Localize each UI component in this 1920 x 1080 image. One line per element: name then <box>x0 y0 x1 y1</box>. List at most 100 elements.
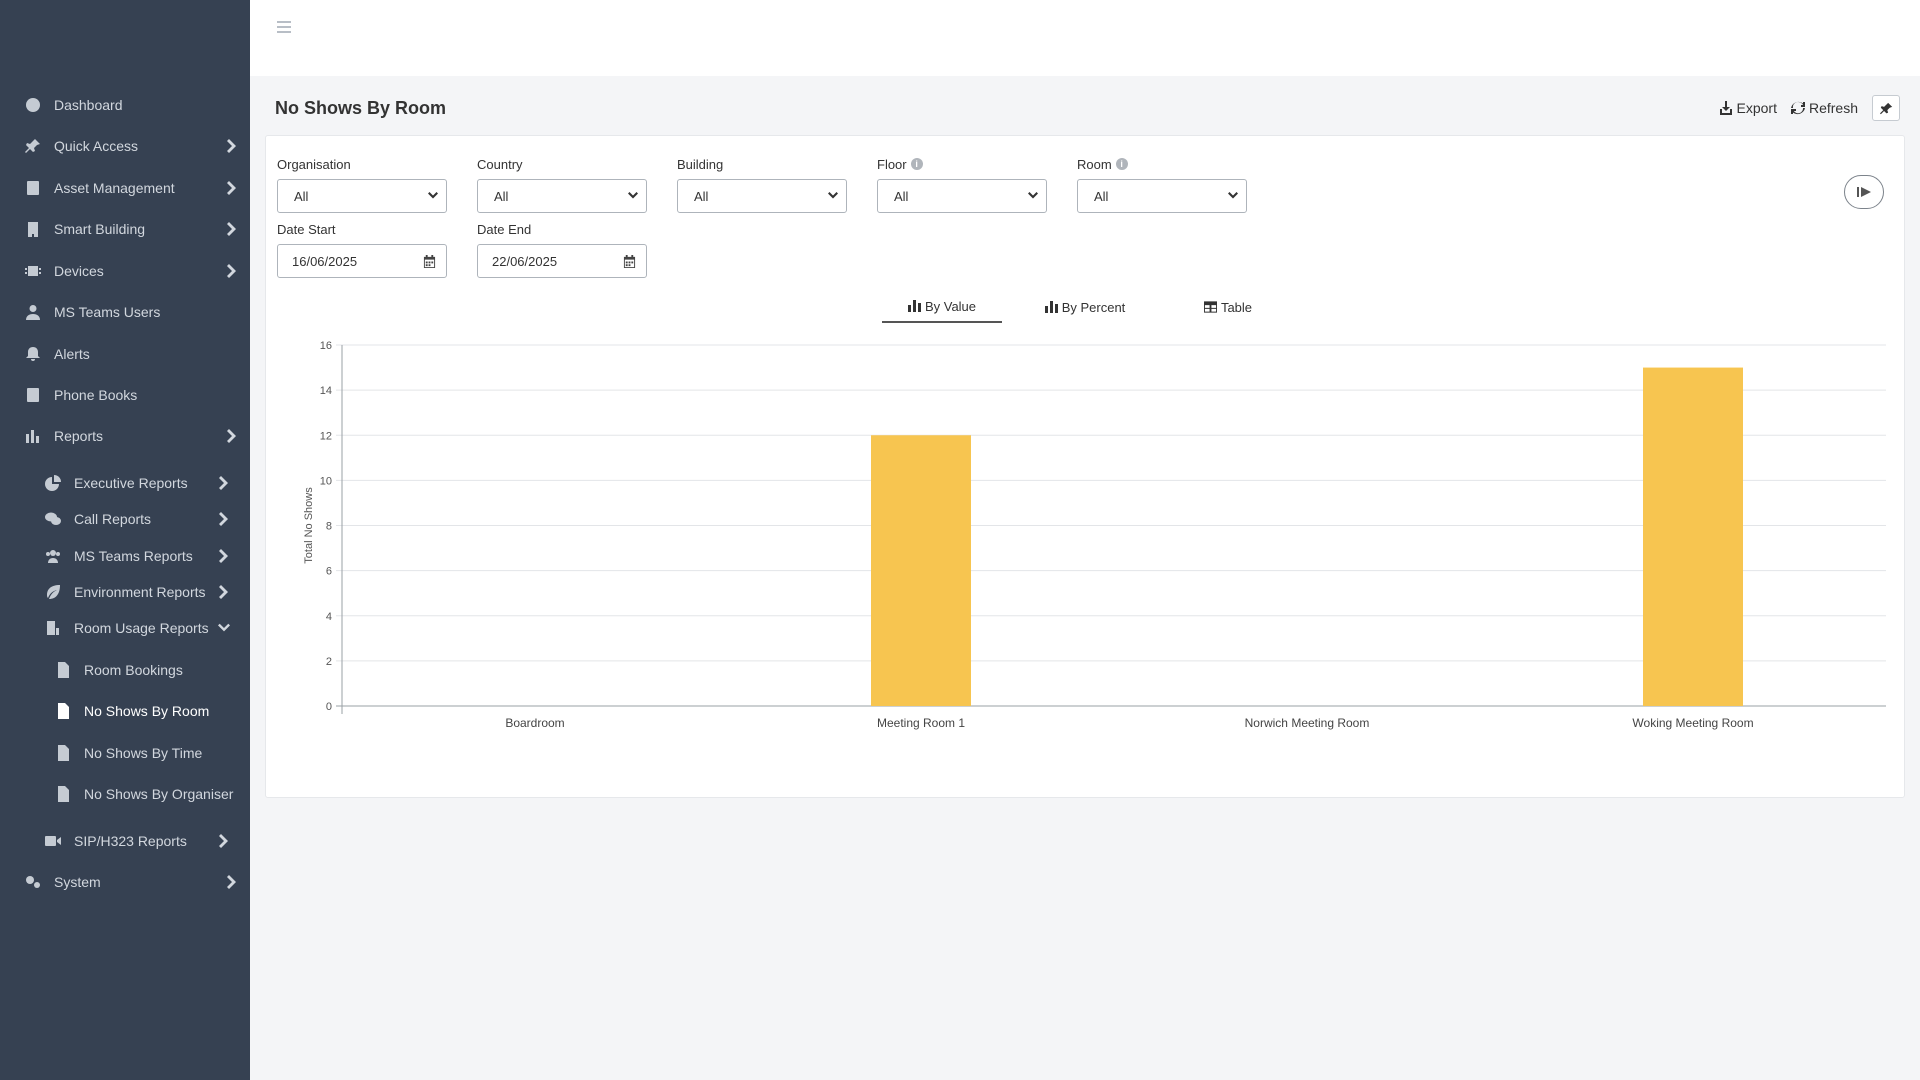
document-icon <box>54 744 72 762</box>
export-button[interactable]: Export <box>1719 100 1777 116</box>
date-start-input[interactable]: 16/06/2025 <box>277 244 447 278</box>
chevron-right-icon <box>218 549 230 563</box>
run-report-button[interactable] <box>1844 175 1884 209</box>
date-start-value: 16/06/2025 <box>292 253 358 269</box>
sidebar-item-quick-access[interactable]: Quick Access <box>0 129 250 163</box>
room-value: All <box>1094 188 1109 204</box>
y-tick-label: 16 <box>320 340 332 352</box>
sidebar-item-ms-teams-reports[interactable]: MS Teams Reports <box>0 539 250 573</box>
page-title: No Shows By Room <box>275 98 447 118</box>
organisation-label: Organisation <box>277 156 351 172</box>
country-filter: Country All <box>477 155 647 213</box>
calendar-icon[interactable] <box>623 254 636 268</box>
sidebar-item-room-bookings[interactable]: Room Bookings <box>0 653 250 687</box>
sidebar-item-label: SIP/H323 Reports <box>74 833 187 849</box>
sidebar-item-label: Call Reports <box>74 511 152 527</box>
room-label-row: Room i <box>1077 155 1247 173</box>
room-select[interactable]: All <box>1077 179 1247 213</box>
sidebar-item-no-shows-by-organiser[interactable]: No Shows By Organiser <box>0 777 250 811</box>
sidebar-item-label: Reports <box>54 428 104 444</box>
bar <box>871 435 971 706</box>
sidebar-item-sip-h323-reports[interactable]: SIP/H323 Reports <box>0 824 250 858</box>
sidebar-item-environment-reports[interactable]: Environment Reports <box>0 575 250 609</box>
country-label: Country <box>477 156 523 172</box>
sidebar-item-label: Executive Reports <box>74 475 188 491</box>
floor-select[interactable]: All <box>877 179 1047 213</box>
building-select[interactable]: All <box>677 179 847 213</box>
floor-label: Floor <box>877 156 907 172</box>
sidebar-item-system[interactable]: System <box>0 865 250 899</box>
chevron-right-icon <box>226 875 238 889</box>
chevron-right-icon <box>218 512 230 526</box>
calendar-icon[interactable] <box>423 254 436 268</box>
bar-chart: 0 2 4 6 8 10 12 14 16 Total No Shows Boardroom Meet… <box>303 340 1886 730</box>
pin-button[interactable] <box>1872 95 1900 121</box>
users-icon <box>44 547 62 565</box>
country-value: All <box>494 188 509 204</box>
date-end-input[interactable]: 22/06/2025 <box>477 244 647 278</box>
x-tick-label: Meeting Room 1 <box>877 716 965 730</box>
x-tick-label: Woking Meeting Room <box>1632 716 1753 730</box>
info-icon[interactable]: i <box>1115 158 1128 170</box>
building-value: All <box>694 188 709 204</box>
book-icon <box>24 179 42 197</box>
sidebar-item-label: Devices <box>54 263 104 279</box>
sidebar-item-dashboard[interactable]: Dashboard <box>0 88 250 122</box>
tab-label: By Value <box>924 298 977 314</box>
leaf-icon <box>44 583 62 601</box>
sidebar-item-asset-management[interactable]: Asset Management <box>0 171 250 205</box>
organisation-select[interactable]: All <box>277 179 447 213</box>
pin-icon <box>1879 102 1892 114</box>
chevron-down-icon <box>828 192 838 199</box>
building-label: Building <box>677 156 724 172</box>
sidebar-item-no-shows-by-time[interactable]: No Shows By Time <box>0 736 250 770</box>
date-end-label: Date End <box>477 221 532 237</box>
sidebar: Dashboard Quick Access Asset Management … <box>0 0 250 1080</box>
tab-by-value[interactable]: By Value <box>882 291 1002 323</box>
room-icon <box>44 619 62 637</box>
y-tick-label: 8 <box>326 521 332 533</box>
refresh-button[interactable]: Refresh <box>1790 100 1858 116</box>
sidebar-item-no-shows-by-room[interactable]: No Shows By Room <box>0 694 250 728</box>
tab-by-percent[interactable]: By Percent <box>1025 291 1145 323</box>
chevron-down-icon <box>1028 192 1038 199</box>
country-select[interactable]: All <box>477 179 647 213</box>
room-label: Room <box>1077 156 1112 172</box>
floor-filter: Floor i All <box>877 155 1047 213</box>
sidebar-item-label: No Shows By Time <box>84 745 203 761</box>
bar-chart-icon <box>907 300 921 312</box>
hamburger-menu-icon[interactable] <box>277 21 291 35</box>
y-tick-label: 4 <box>326 611 332 623</box>
sidebar-item-room-usage-reports[interactable]: Room Usage Reports <box>0 611 250 645</box>
sidebar-item-label: Environment Reports <box>74 584 206 600</box>
sidebar-item-alerts[interactable]: Alerts <box>0 337 250 371</box>
bar-chart-icon <box>1044 301 1058 313</box>
sidebar-item-reports[interactable]: Reports <box>0 419 250 453</box>
sidebar-item-phone-books[interactable]: Phone Books <box>0 378 250 412</box>
floor-label-row: Floor i <box>877 155 1047 173</box>
y-axis-label: Total No Shows <box>303 487 315 564</box>
bar-chart-icon <box>24 427 42 445</box>
chevron-right-icon <box>226 264 238 278</box>
sidebar-item-ms-teams-users[interactable]: MS Teams Users <box>0 295 250 329</box>
pin-icon <box>24 137 42 155</box>
sidebar-item-label: No Shows By Organiser <box>84 786 234 802</box>
video-icon <box>44 832 62 850</box>
date-end-value: 22/06/2025 <box>492 253 558 269</box>
sidebar-item-label: Room Bookings <box>84 662 183 678</box>
date-start-label: Date Start <box>277 221 336 237</box>
info-icon[interactable]: i <box>910 158 923 170</box>
sidebar-item-executive-reports[interactable]: Executive Reports <box>0 466 250 500</box>
sidebar-item-smart-building[interactable]: Smart Building <box>0 212 250 246</box>
sidebar-item-label: Phone Books <box>54 387 138 403</box>
document-icon <box>54 785 72 803</box>
date-start-filter: Date Start 16/06/2025 <box>277 220 447 278</box>
sidebar-item-devices[interactable]: Devices <box>0 254 250 288</box>
y-tick-label: 14 <box>320 385 332 397</box>
bell-icon <box>24 345 42 363</box>
tab-table[interactable]: Table <box>1168 291 1288 323</box>
y-tick-label: 2 <box>326 656 332 668</box>
sidebar-item-call-reports[interactable]: Call Reports <box>0 502 250 536</box>
chevron-right-icon <box>218 476 230 490</box>
user-icon <box>24 303 42 321</box>
